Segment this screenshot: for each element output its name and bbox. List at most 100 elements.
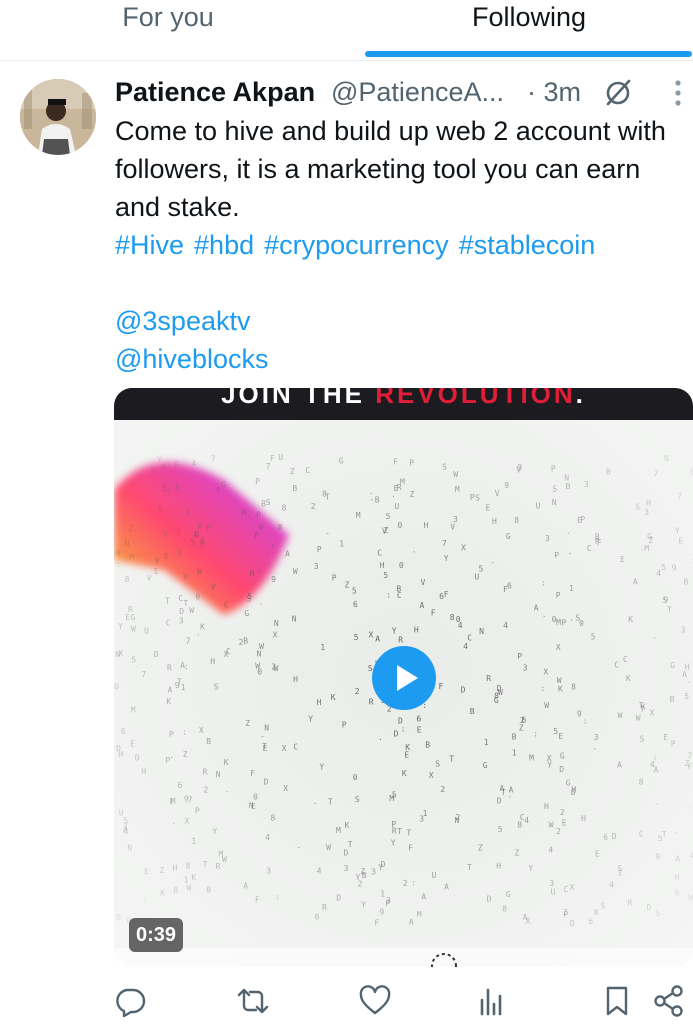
svg-text:E: E [663, 733, 668, 742]
svg-text:2: 2 [440, 785, 445, 794]
svg-text:N: N [125, 539, 130, 548]
svg-text::: : [401, 725, 406, 734]
svg-text:N: N [249, 801, 254, 810]
svg-text:P: P [166, 756, 171, 765]
svg-text:3: 3 [179, 616, 184, 625]
avatar[interactable] [20, 79, 96, 155]
hashtag-link[interactable]: #stablecoin [459, 230, 596, 260]
svg-text:T: T [325, 493, 330, 502]
views-icon[interactable] [475, 984, 509, 1018]
svg-text:9: 9 [184, 795, 189, 804]
svg-text:·: · [673, 828, 678, 837]
svg-text:8: 8 [450, 613, 455, 622]
reply-icon[interactable] [113, 984, 147, 1018]
svg-text:3: 3 [266, 867, 271, 876]
mention-link[interactable]: @hiveblocks [115, 340, 268, 378]
svg-text:C: C [224, 600, 229, 609]
svg-text:Y: Y [391, 838, 396, 847]
svg-text:A: A [375, 635, 380, 644]
hashtag-link[interactable]: #crypocurrency [264, 230, 449, 260]
svg-text:4: 4 [191, 459, 196, 468]
svg-text:7: 7 [640, 705, 645, 714]
svg-text:V: V [211, 583, 216, 592]
svg-text:E: E [558, 732, 563, 741]
svg-text:W: W [293, 567, 298, 576]
mention-link[interactable]: @3speaktv [115, 302, 250, 340]
svg-text:2: 2 [556, 827, 561, 836]
svg-text:H: H [141, 767, 146, 776]
svg-text:B: B [512, 733, 517, 742]
svg-text:T: T [467, 863, 472, 872]
svg-text:5: 5 [662, 596, 667, 605]
svg-text:T: T [165, 597, 170, 606]
author-handle[interactable]: @PatienceA... [331, 74, 504, 110]
svg-text:2: 2 [271, 662, 276, 671]
svg-text:8: 8 [173, 886, 178, 895]
svg-text:7: 7 [266, 462, 271, 471]
svg-text:-: - [369, 489, 374, 498]
svg-text:F: F [155, 557, 160, 566]
svg-text:M: M [529, 753, 534, 762]
more-options-icon[interactable] [668, 78, 688, 108]
bookmark-icon[interactable] [600, 984, 634, 1018]
svg-text:·: · [246, 512, 251, 521]
svg-text:X: X [556, 643, 561, 652]
svg-text:B: B [670, 695, 675, 704]
svg-text:W: W [688, 893, 693, 902]
post-body: Come to hive and build up web 2 account … [115, 116, 666, 222]
svg-text:6: 6 [178, 781, 183, 790]
tab-following[interactable]: Following [365, 0, 693, 58]
svg-text:P: P [563, 910, 568, 919]
svg-text:Z: Z [345, 580, 350, 589]
svg-text:-: - [686, 678, 691, 687]
svg-text:B: B [425, 741, 430, 750]
svg-text:R: R [486, 674, 491, 683]
hashtag-link[interactable]: #hbd [194, 230, 254, 260]
share-icon[interactable] [652, 984, 686, 1018]
svg-text:Y: Y [444, 554, 449, 563]
svg-text:N: N [564, 473, 569, 482]
svg-text:8: 8 [278, 523, 283, 532]
svg-text:W: W [544, 701, 549, 710]
svg-text:P: P [256, 510, 261, 519]
svg-text:K: K [594, 908, 599, 917]
svg-text:6: 6 [603, 833, 608, 842]
svg-text:Z: Z [478, 844, 483, 853]
repost-icon[interactable] [236, 984, 270, 1018]
svg-text:·: · [225, 787, 230, 796]
svg-text:V: V [421, 578, 426, 587]
svg-text:1: 1 [484, 738, 489, 747]
svg-text:2: 2 [358, 879, 363, 888]
svg-text:U: U [551, 888, 556, 897]
svg-text:C: C [467, 634, 472, 643]
svg-text:G: G [244, 609, 249, 618]
svg-text:C: C [639, 829, 644, 838]
svg-text:V: V [516, 466, 521, 475]
like-icon[interactable] [358, 984, 392, 1018]
video-media[interactable]: DWZ5VFF::XFHFPKK4HB0T7KE88XR2:Y-Y5A2HBXE… [114, 388, 693, 967]
grok-icon[interactable] [602, 76, 634, 108]
svg-text:2: 2 [203, 785, 208, 794]
svg-text:D: D [497, 796, 502, 805]
svg-text:B: B [375, 495, 380, 504]
hashtag-link[interactable]: #Hive [115, 230, 184, 260]
svg-text:C: C [305, 466, 310, 475]
play-button[interactable] [372, 646, 436, 710]
svg-text::: : [182, 728, 187, 737]
author-name[interactable]: Patience Akpan [115, 74, 315, 110]
svg-text:4: 4 [265, 833, 270, 842]
svg-text:S: S [635, 502, 640, 511]
svg-text:W: W [636, 714, 641, 723]
svg-text:S: S [355, 795, 360, 804]
svg-text:K: K [191, 873, 196, 882]
svg-text:X: X [650, 709, 655, 718]
svg-text:T: T [397, 827, 402, 836]
post-timestamp[interactable]: · 3m [527, 74, 581, 110]
svg-text:F: F [408, 843, 413, 852]
svg-text:P: P [342, 721, 347, 730]
svg-text:·: · [391, 492, 396, 501]
svg-text:8: 8 [186, 861, 191, 870]
svg-text:1: 1 [320, 643, 325, 652]
tab-for-you[interactable]: For you [0, 0, 336, 58]
svg-text:F: F [254, 531, 259, 540]
